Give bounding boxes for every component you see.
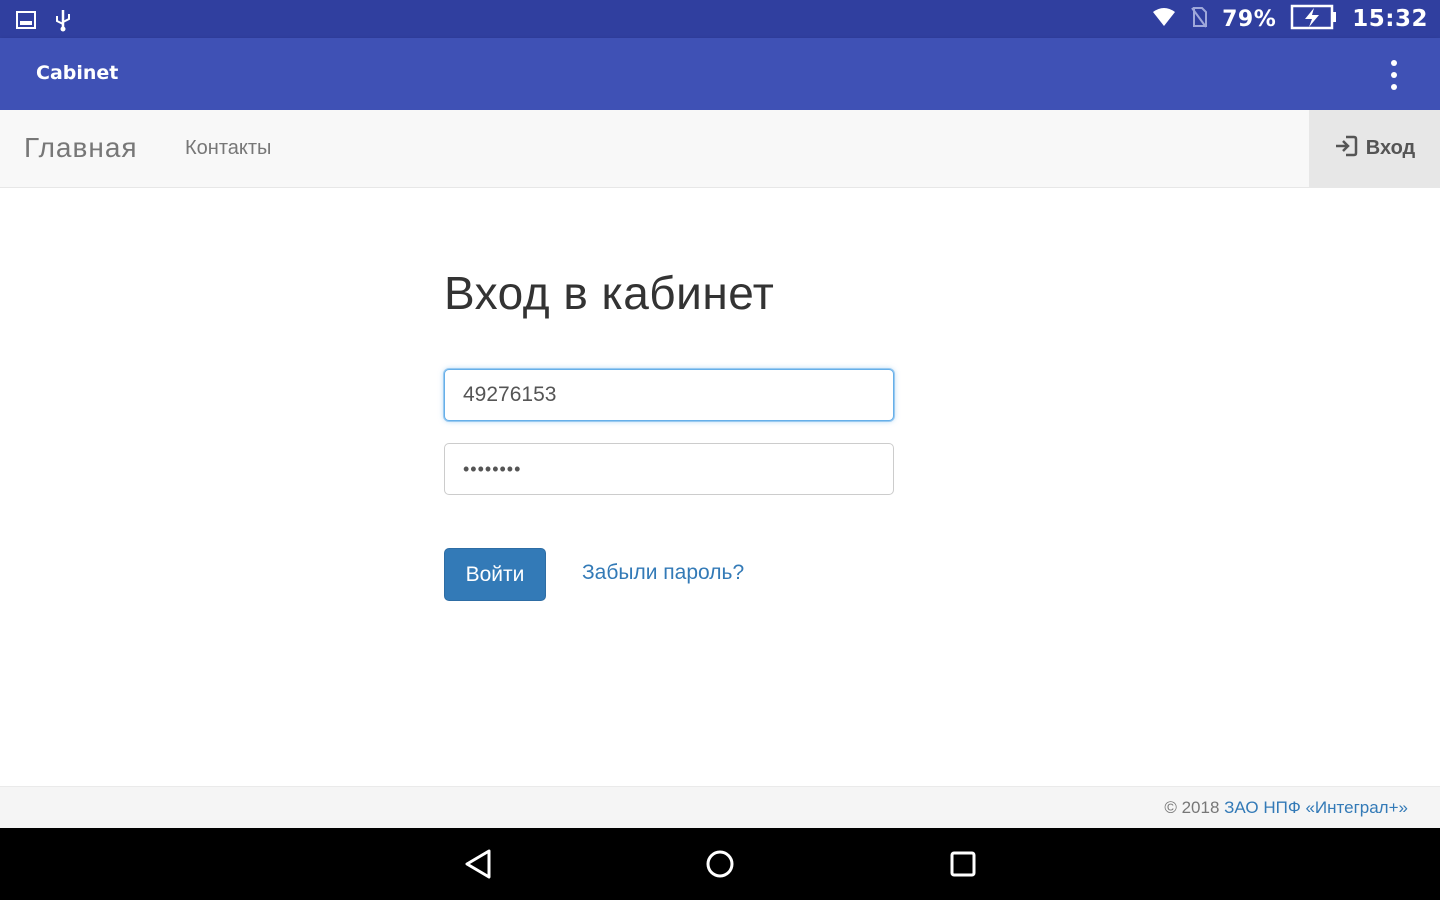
wifi-icon <box>1152 7 1176 32</box>
footer-company-link[interactable]: ЗАО НПФ «Интеграл+» <box>1224 798 1408 817</box>
system-navigation-bar <box>0 828 1440 900</box>
footer-text: © 2018 ЗАО НПФ «Интеграл+» <box>1164 798 1408 818</box>
more-vertical-icon[interactable] <box>1388 60 1400 90</box>
app-toolbar: Cabinet <box>0 38 1440 110</box>
sign-in-icon <box>1334 135 1358 162</box>
footer-copyright: © 2018 <box>1164 798 1225 817</box>
nav-brand-home[interactable]: Главная <box>24 132 138 164</box>
page-title: Вход в кабинет <box>444 267 775 319</box>
password-input[interactable] <box>444 443 894 495</box>
usb-icon <box>54 8 72 37</box>
back-icon[interactable] <box>460 846 496 882</box>
recent-apps-icon[interactable] <box>945 846 981 882</box>
battery-percent: 79% <box>1222 6 1277 32</box>
status-right-icons: 79% 15:32 <box>1152 4 1428 35</box>
clock: 15:32 <box>1352 6 1428 32</box>
nav-login-button[interactable]: Вход <box>1309 110 1440 187</box>
status-bar: 79% 15:32 <box>0 0 1440 38</box>
login-input[interactable] <box>444 369 894 421</box>
submit-button[interactable]: Войти <box>444 548 546 601</box>
home-icon[interactable] <box>702 846 738 882</box>
page-footer: © 2018 ЗАО НПФ «Интеграл+» <box>0 786 1440 828</box>
no-sim-icon <box>1190 6 1208 33</box>
nav-login-label: Вход <box>1365 137 1416 159</box>
app-title: Cabinet <box>36 62 119 84</box>
forgot-password-link[interactable]: Забыли пароль? <box>582 561 744 585</box>
status-left-icons <box>16 8 72 37</box>
gallery-icon <box>16 10 36 35</box>
battery-charging-icon <box>1290 4 1338 35</box>
nav-link-contacts[interactable]: Контакты <box>185 137 271 160</box>
site-navbar: Главная Контакты Вход <box>0 110 1440 188</box>
